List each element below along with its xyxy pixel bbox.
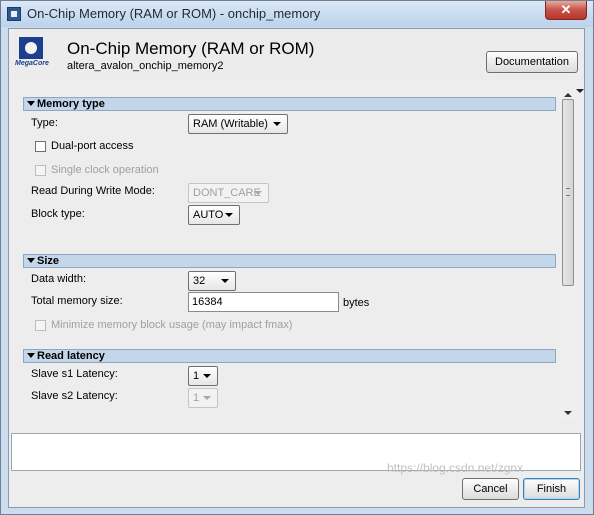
chevron-down-icon <box>203 396 211 400</box>
documentation-button[interactable]: Documentation <box>486 51 578 73</box>
slave-s1-latency-value: 1 <box>193 370 200 382</box>
vertical-scrollbar[interactable] <box>560 89 576 420</box>
block-type-select[interactable]: AUTO <box>188 205 240 225</box>
total-size-unit: bytes <box>343 297 370 309</box>
rdw-mode-label: Read During Write Mode: <box>31 185 155 197</box>
slave-s1-latency-label: Slave s1 Latency: <box>31 368 118 380</box>
section-memory-type[interactable]: Memory type <box>23 97 556 111</box>
section-size-label: Size <box>37 255 60 267</box>
data-width-select[interactable]: 32 <box>188 271 236 291</box>
type-select[interactable]: RAM (Writable) <box>188 114 288 134</box>
scroll-down-arrow-icon[interactable] <box>564 411 572 415</box>
type-label: Type: <box>31 117 58 129</box>
dual-port-label: Dual-port access <box>51 140 134 152</box>
scrollbar-grip-icon <box>566 188 570 196</box>
parameter-panel: Memory type Type: RAM (Writable) Dual-po… <box>9 89 572 420</box>
slave-s2-latency-select[interactable]: 1 <box>188 388 218 408</box>
type-select-value: RAM (Writable) <box>193 118 268 130</box>
component-subtitle: altera_avalon_onchip_memory2 <box>67 60 224 72</box>
dialog-window: On-Chip Memory (RAM or ROM) - onchip_mem… <box>0 0 594 515</box>
data-width-label: Data width: <box>31 273 87 285</box>
scroll-up-arrow-icon[interactable] <box>564 93 572 97</box>
collapse-triangle-icon[interactable] <box>27 353 35 358</box>
collapse-triangle-icon[interactable] <box>27 101 35 106</box>
total-size-input[interactable]: 16384 <box>188 292 339 312</box>
minimize-checkbox[interactable] <box>35 320 46 331</box>
chevron-down-icon <box>273 122 281 126</box>
rdw-mode-value: DONT_CARE <box>193 187 261 199</box>
header: MegaCore On-Chip Memory (RAM or ROM) alt… <box>9 29 584 81</box>
section-read-latency-label: Read latency <box>37 350 105 362</box>
chevron-down-icon <box>203 374 211 378</box>
collapse-triangle-icon[interactable] <box>27 258 35 263</box>
minimize-label: Minimize memory block usage (may impact … <box>51 319 293 331</box>
finish-button[interactable]: Finish <box>523 478 580 500</box>
right-collapse-arrow-icon[interactable] <box>576 89 584 93</box>
watermark: https://blog.csdn.net/zgnx <box>387 461 524 475</box>
block-type-label: Block type: <box>31 208 85 220</box>
slave-s2-latency-value: 1 <box>193 392 200 404</box>
rdw-mode-select[interactable]: DONT_CARE <box>188 183 269 203</box>
section-memory-type-label: Memory type <box>37 98 105 110</box>
single-clock-checkbox[interactable] <box>35 165 46 176</box>
megacore-logo: MegaCore <box>15 37 51 73</box>
slave-s1-latency-select[interactable]: 1 <box>188 366 218 386</box>
section-size[interactable]: Size <box>23 254 556 268</box>
scrollbar-thumb[interactable] <box>562 99 574 286</box>
single-clock-label: Single clock operation <box>51 164 159 176</box>
total-size-label: Total memory size: <box>31 295 123 307</box>
dual-port-checkbox[interactable] <box>35 141 46 152</box>
data-width-value: 32 <box>193 275 206 287</box>
megacore-logo-text: MegaCore <box>15 60 49 67</box>
slave-s2-latency-label: Slave s2 Latency: <box>31 390 118 402</box>
app-icon <box>7 7 21 21</box>
megacore-logo-icon <box>19 37 43 59</box>
block-type-value: AUTO <box>193 209 224 221</box>
title-bar[interactable]: On-Chip Memory (RAM or ROM) - onchip_mem… <box>1 1 593 27</box>
window-title: On-Chip Memory (RAM or ROM) - onchip_mem… <box>27 6 321 21</box>
chevron-down-icon <box>221 279 229 283</box>
dialog-client: MegaCore On-Chip Memory (RAM or ROM) alt… <box>8 28 585 508</box>
cancel-button[interactable]: Cancel <box>462 478 519 500</box>
chevron-down-icon <box>254 191 262 195</box>
component-title: On-Chip Memory (RAM or ROM) <box>67 39 315 58</box>
close-button[interactable]: ✕ <box>545 1 587 20</box>
section-read-latency[interactable]: Read latency <box>23 349 556 363</box>
chevron-down-icon <box>225 213 233 217</box>
